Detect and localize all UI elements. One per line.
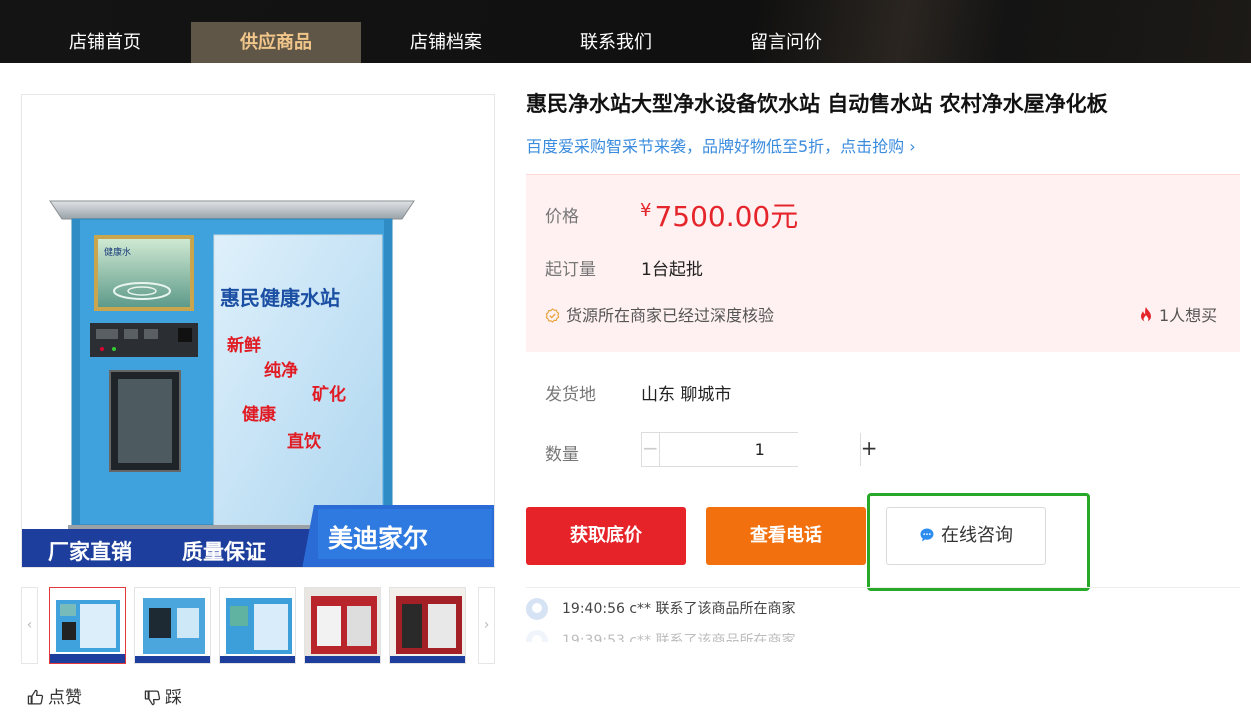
online-consult-label: 在线咨询 xyxy=(941,525,1013,546)
want-count: 1人想买 xyxy=(1139,302,1217,326)
svg-text:纯净: 纯净 xyxy=(264,360,298,381)
thumbnail-image-5 xyxy=(390,588,465,663)
dislike-label: 踩 xyxy=(165,688,182,708)
brand-text: 美迪家尔 xyxy=(328,524,428,553)
thumb-prev-arrow[interactable]: ‹ xyxy=(21,587,38,664)
view-phone-button[interactable]: 查看电话 xyxy=(706,507,866,565)
feed-item: 19:40:56 c** 联系了该商品所在商家 xyxy=(526,596,795,622)
banner-left-text: 厂家直销 xyxy=(48,540,132,564)
svg-text:直饮: 直饮 xyxy=(287,431,322,452)
verified-text: 货源所在商家已经过深度核验 xyxy=(566,306,775,325)
like-label: 点赞 xyxy=(48,688,82,708)
nav-item-profile[interactable]: 店铺档案 xyxy=(361,22,531,63)
verified-check-icon xyxy=(545,308,560,323)
quantity-decrease-button[interactable]: − xyxy=(642,433,660,466)
thumbs-down-icon xyxy=(144,690,161,706)
thumbnail-5[interactable] xyxy=(389,587,466,664)
chat-bubble-icon xyxy=(920,528,934,542)
ship-label: 发货地 xyxy=(545,385,596,405)
feed-text: 19:40:56 c** 联系了该商品所在商家 xyxy=(562,601,796,617)
quantity-increase-button[interactable]: + xyxy=(859,433,878,466)
thumbnail-image-2 xyxy=(135,588,210,663)
price-value: ¥7500.00元 xyxy=(640,195,798,235)
ship-value: 山东 聊城市 xyxy=(641,385,732,405)
user-avatar-icon xyxy=(526,630,548,642)
online-consult-button[interactable]: 在线咨询 xyxy=(886,507,1046,565)
feed-text: 19:39:53 c** 联系了该商品所在商家 xyxy=(562,633,796,642)
price-amount: 7500.00元 xyxy=(654,200,799,233)
water-station-illustration: 健康水 惠民健康水站 新鲜 纯净 矿化 健康 直饮 厂家直销 质量保证 美迪家尔 xyxy=(22,200,494,567)
top-nav: 店铺首页 供应商品 店铺档案 联系我们 留言问价 xyxy=(0,0,1251,63)
moq-value: 1台起批 xyxy=(641,260,703,280)
quantity-stepper: − + xyxy=(641,432,878,467)
thumbnail-1[interactable] xyxy=(49,587,126,664)
thumbnail-image-4 xyxy=(305,588,380,663)
thumbs-up-icon xyxy=(27,689,44,705)
promo-link[interactable]: 百度爱采购智采节来袭，品牌好物低至5折，点击抢购 › xyxy=(526,133,916,157)
thumbnail-2[interactable] xyxy=(134,587,211,664)
quantity-input[interactable] xyxy=(659,433,860,466)
moq-label: 起订量 xyxy=(545,260,596,280)
thumbnail-3[interactable] xyxy=(219,587,296,664)
product-main-image[interactable]: 健康水 惠民健康水站 新鲜 纯净 矿化 健康 直饮 厂家直销 质量保证 美迪家尔 xyxy=(21,94,495,568)
svg-text:健康: 健康 xyxy=(242,404,277,425)
svg-text:新鲜: 新鲜 xyxy=(227,335,261,356)
nav-item-contact[interactable]: 联系我们 xyxy=(531,22,701,63)
feed-divider xyxy=(526,587,1240,588)
nav-item-products[interactable]: 供应商品 xyxy=(191,22,361,63)
fire-icon xyxy=(1141,307,1151,322)
machine-sign: 惠民健康水站 xyxy=(220,286,340,310)
thumb-next-arrow[interactable]: › xyxy=(478,587,495,664)
screen-label: 健康水 xyxy=(104,246,131,258)
quantity-label: 数量 xyxy=(545,445,579,465)
feed-item: 19:39:53 c** 联系了该商品所在商家 xyxy=(526,628,795,642)
currency-symbol: ¥ xyxy=(640,200,652,221)
product-title: 惠民净水站大型净水设备饮水站 自动售水站 农村净水屋净化板 xyxy=(526,92,1108,116)
get-lowest-price-button[interactable]: 获取底价 xyxy=(526,507,686,565)
price-label: 价格 xyxy=(545,207,579,227)
like-button[interactable]: 点赞 xyxy=(27,686,82,710)
dislike-button[interactable]: 踩 xyxy=(144,686,182,710)
banner-mid-text: 质量保证 xyxy=(182,540,266,564)
thumbnail-4[interactable] xyxy=(304,587,381,664)
thumbnail-image-3 xyxy=(220,588,295,663)
user-avatar-icon xyxy=(526,598,548,620)
thumbnail-image-1 xyxy=(50,588,125,663)
svg-text:矿化: 矿化 xyxy=(312,384,346,405)
nav-item-home[interactable]: 店铺首页 xyxy=(20,22,190,63)
verified-notice: 货源所在商家已经过深度核验 xyxy=(545,302,774,326)
nav-item-message[interactable]: 留言问价 xyxy=(701,22,871,63)
want-text: 1人想买 xyxy=(1159,306,1218,325)
